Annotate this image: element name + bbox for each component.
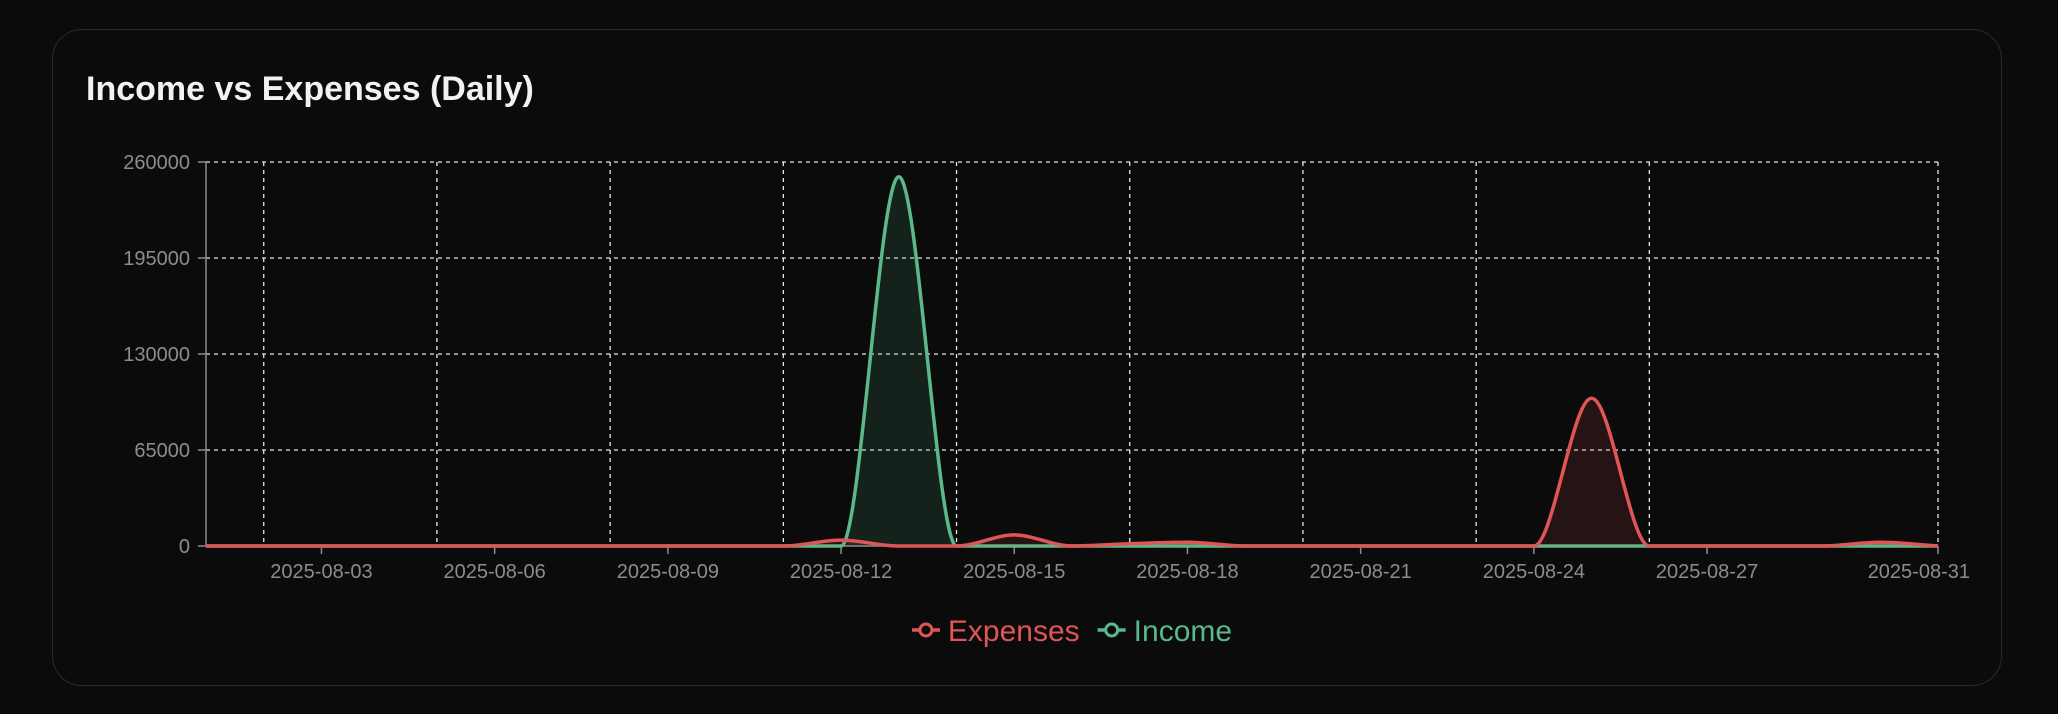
line-chart: 0 65000 130000 195000 260000 2025-08-03 2025-0… <box>123 152 1970 648</box>
y-tick-label: 130000 <box>123 344 190 366</box>
x-tick-label: 2025-08-09 <box>617 561 719 583</box>
series-area-expenses <box>206 398 1938 546</box>
y-tick-label: 65000 <box>134 440 190 462</box>
x-tick-label: 2025-08-03 <box>270 561 372 583</box>
y-tick-label: 0 <box>179 536 190 558</box>
legend-item-income: Income <box>1097 615 1232 648</box>
legend-marker-dot <box>1104 622 1120 638</box>
x-tick-label: 2025-08-31 <box>1868 561 1970 583</box>
y-tick-label: 260000 <box>123 152 190 174</box>
legend-label: Expenses <box>948 615 1080 648</box>
x-tick-label: 2025-08-21 <box>1310 561 1412 583</box>
legend-marker-dot <box>918 622 934 638</box>
x-tick-label: 2025-08-15 <box>963 561 1065 583</box>
series-line-expenses <box>206 396 1939 548</box>
y-tick-label: 195000 <box>123 248 190 270</box>
series-line-income <box>206 175 1938 548</box>
x-tick-label: 2025-08-24 <box>1483 561 1585 583</box>
x-tick-label: 2025-08-06 <box>444 561 546 583</box>
x-tick-label: 2025-08-27 <box>1656 561 1758 583</box>
x-tick-label: 2025-08-12 <box>790 561 892 583</box>
legend-label: Income <box>1134 615 1232 648</box>
series-area-income <box>206 176 1938 546</box>
x-tick-label: 2025-08-18 <box>1136 561 1238 583</box>
legend-item-expenses: Expenses <box>911 615 1080 648</box>
